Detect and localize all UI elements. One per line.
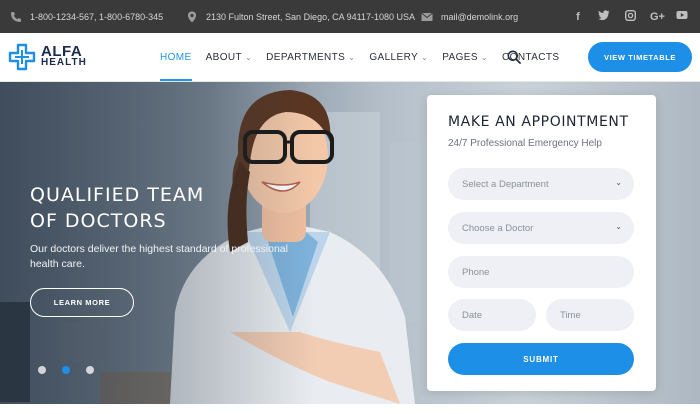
address-text: 2130 Fulton Street, San Diego, CA 94117-… <box>206 11 415 22</box>
medical-cross-logo-icon <box>8 43 36 71</box>
phone-input-placeholder: Phone <box>462 266 490 278</box>
search-icon[interactable] <box>507 50 521 64</box>
slider-dots <box>38 366 94 374</box>
nav-gallery-label: GALLERY <box>369 51 419 63</box>
chevron-down-icon: ⌄ <box>245 52 253 62</box>
doctor-select-placeholder: Choose a Doctor <box>462 222 534 234</box>
date-input-placeholder: Date <box>462 309 483 321</box>
email-link[interactable]: mail@demolink.org <box>441 12 518 22</box>
phone-numbers[interactable]: 1-800-1234-567, 1-800-6780-345 <box>30 12 163 22</box>
time-input[interactable]: Time <box>546 299 634 331</box>
hero-title-line-2: OF DOCTORS <box>30 210 167 232</box>
view-timetable-button[interactable]: VIEW TIMETABLE <box>588 42 692 72</box>
date-input[interactable]: Date <box>448 299 536 331</box>
facebook-icon[interactable]: f <box>572 11 584 23</box>
address-info: 2130 Fulton Street, San Diego, CA 94117-… <box>186 0 415 33</box>
twitter-icon[interactable] <box>598 9 610 24</box>
top-bar: 1-800-1234-567, 1-800-6780-345 2130 Fult… <box>0 0 700 33</box>
hero-title: QUALIFIED TEAM OF DOCTORS <box>30 182 204 234</box>
nav-about[interactable]: ABOUT ⌄ <box>206 33 253 81</box>
youtube-icon[interactable] <box>676 10 688 23</box>
appointment-subtitle: 24/7 Professional Emergency Help <box>448 138 602 149</box>
appointment-form: MAKE AN APPOINTMENT 24/7 Professional Em… <box>427 95 656 391</box>
department-select[interactable]: Select a Department ⌄ <box>448 168 634 200</box>
chevron-down-icon: ⌄ <box>348 52 356 62</box>
nav-home[interactable]: HOME <box>160 33 192 81</box>
hero-title-line-1: QUALIFIED TEAM <box>30 184 205 206</box>
phone-icon <box>11 11 21 22</box>
logo[interactable]: ALFA HEALTH <box>8 43 87 71</box>
doctor-select[interactable]: Choose a Doctor ⌄ <box>448 212 634 244</box>
phone-input[interactable]: Phone <box>448 256 634 288</box>
chevron-down-icon: ⌄ <box>421 52 429 62</box>
phone-info: 1-800-1234-567, 1-800-6780-345 <box>10 0 163 33</box>
chevron-down-icon: ⌄ <box>615 222 622 231</box>
chevron-down-icon: ⌄ <box>480 52 489 62</box>
chevron-down-icon: ⌄ <box>615 178 622 187</box>
nav-home-label: HOME <box>160 51 192 63</box>
google-plus-icon[interactable]: G+ <box>650 11 665 23</box>
hero-description: Our doctors deliver the highest standard… <box>30 243 288 270</box>
appointment-title: MAKE AN APPOINTMENT <box>448 114 629 130</box>
email-info: mail@demolink.org <box>421 0 518 33</box>
slider-dot-2[interactable] <box>62 366 70 374</box>
slider-dot-1[interactable] <box>38 366 46 374</box>
main-header: ALFA HEALTH HOME ABOUT ⌄ DEPARTMENTS ⌄ GAL… <box>0 33 700 82</box>
main-nav: HOME ABOUT ⌄ DEPARTMENTS ⌄ GALLERY ⌄ PAGES ⌄… <box>160 33 560 81</box>
nav-pages[interactable]: PAGES ⌄ <box>442 33 488 81</box>
logo-line-1: ALFA <box>41 43 83 60</box>
envelope-icon <box>421 12 433 21</box>
nav-gallery[interactable]: GALLERY ⌄ <box>369 33 428 81</box>
social-links: f G+ <box>572 0 688 33</box>
instagram-icon[interactable] <box>624 9 636 24</box>
time-input-placeholder: Time <box>560 309 581 321</box>
nav-departments-label: DEPARTMENTS <box>266 51 346 63</box>
nav-about-label: ABOUT <box>205 51 243 63</box>
slider-dot-3[interactable] <box>86 366 94 374</box>
submit-button[interactable]: SUBMIT <box>448 343 634 375</box>
nav-pages-label: PAGES <box>442 51 478 63</box>
learn-more-button[interactable]: LEARN MORE <box>30 288 134 317</box>
logo-line-2: HEALTH <box>41 57 87 68</box>
nav-departments[interactable]: DEPARTMENTS ⌄ <box>266 33 355 81</box>
map-pin-icon <box>188 11 196 22</box>
department-select-placeholder: Select a Department <box>462 178 549 190</box>
